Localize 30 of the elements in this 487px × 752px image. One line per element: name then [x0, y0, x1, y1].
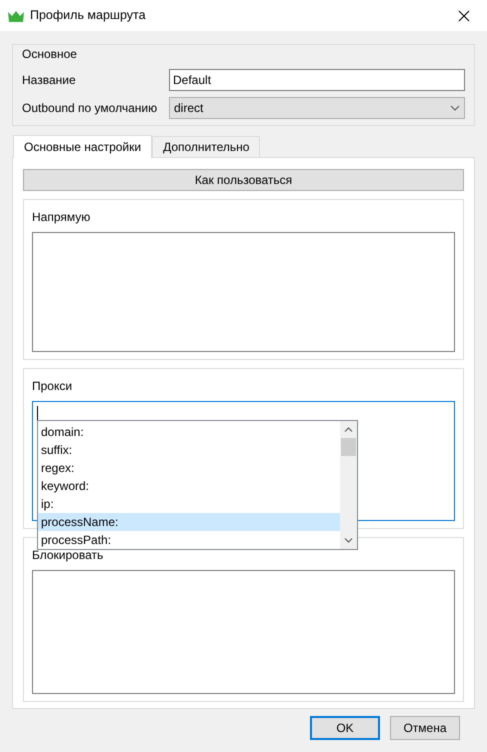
- group-title: Прокси: [32, 379, 74, 393]
- scroll-down-icon[interactable]: [344, 538, 353, 543]
- field-label: Outbound по умолчанию: [22, 100, 158, 117]
- autocomplete-item[interactable]: regex:: [38, 459, 340, 477]
- scroll-thumb[interactable]: [341, 438, 356, 456]
- autocomplete-item[interactable]: domain:: [38, 423, 340, 441]
- scroll-up-icon[interactable]: [344, 427, 353, 432]
- tab[interactable]: Основные настройки: [13, 135, 152, 158]
- window-title: Профиль маршрута: [30, 7, 147, 24]
- chevron-down-icon: [450, 105, 460, 111]
- autocomplete-item[interactable]: suffix:: [38, 441, 340, 459]
- autocomplete-item[interactable]: keyword:: [38, 477, 340, 495]
- group-title: Основное: [22, 47, 77, 61]
- name-field[interactable]: Default: [169, 69, 465, 91]
- rules-text-area[interactable]: [32, 232, 455, 352]
- outbound-dropdown[interactable]: direct: [169, 97, 465, 119]
- cancel-button[interactable]: Отмена: [390, 716, 460, 740]
- autocomplete-item[interactable]: ip:: [38, 495, 340, 513]
- group-title: Напрямую: [32, 210, 92, 224]
- scrollbar[interactable]: [340, 421, 357, 549]
- field-label: Название: [22, 72, 77, 89]
- help-button[interactable]: Как пользоваться: [23, 169, 464, 191]
- tab[interactable]: Дополнительно: [152, 136, 260, 157]
- ok-button[interactable]: OK: [310, 716, 380, 740]
- app-logo-icon: [8, 10, 24, 22]
- autocomplete-item[interactable]: processPath:: [38, 531, 340, 549]
- close-icon: [458, 10, 470, 22]
- group-title: Блокировать: [32, 548, 104, 562]
- rules-text-area[interactable]: [32, 570, 455, 694]
- autocomplete-item[interactable]: processName:: [38, 513, 340, 531]
